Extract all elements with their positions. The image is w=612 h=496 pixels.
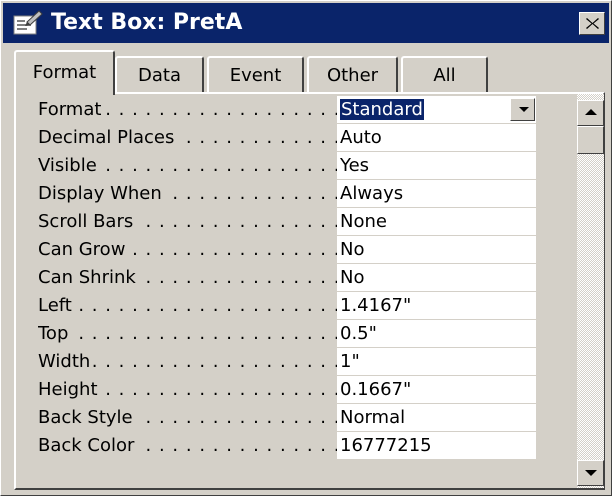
tab-other[interactable]: Other: [307, 56, 398, 92]
scroll-down-button[interactable]: [577, 460, 604, 486]
property-label: Display When: [38, 180, 343, 208]
property-value[interactable]: None: [337, 208, 537, 236]
tab-label: All: [433, 65, 456, 86]
property-row[interactable]: Can Grow No: [16, 236, 554, 264]
tab-event[interactable]: Event: [207, 56, 304, 92]
property-row[interactable]: Display When Always: [16, 180, 554, 208]
property-value[interactable]: Normal: [337, 404, 537, 432]
property-row[interactable]: Left 1.4167": [16, 292, 554, 320]
property-label: Back Style: [38, 404, 343, 432]
tab-format[interactable]: Format: [14, 50, 115, 95]
title-bar[interactable]: Text Box: PretA: [3, 3, 609, 43]
property-row[interactable]: Top 0.5": [16, 320, 554, 348]
scroll-up-button[interactable]: [577, 100, 604, 126]
tab-label: Event: [229, 65, 282, 86]
property-label: Can Grow: [38, 236, 343, 264]
property-row[interactable]: Decimal Places Auto: [16, 124, 554, 152]
property-value[interactable]: Yes: [337, 152, 537, 180]
property-row[interactable]: Back Color 16777215: [16, 432, 554, 460]
chevron-down-icon[interactable]: [510, 98, 535, 121]
property-label: Visible: [38, 152, 343, 180]
property-value[interactable]: No: [337, 264, 537, 292]
close-button[interactable]: [579, 12, 605, 35]
property-value[interactable]: Auto: [337, 124, 537, 152]
property-value[interactable]: 1.4167": [337, 292, 537, 320]
property-row[interactable]: Scroll Bars None: [16, 208, 554, 236]
tab-data[interactable]: Data: [115, 56, 204, 92]
property-row[interactable]: Height 0.1667": [16, 376, 554, 404]
tab-label: Format: [32, 62, 97, 83]
properties-icon: [13, 10, 43, 35]
property-label: Back Color: [38, 432, 343, 460]
property-value[interactable]: 0.1667": [337, 376, 537, 404]
property-value[interactable]: 1": [337, 348, 537, 376]
tab-label: Data: [138, 65, 181, 86]
property-label: Left: [38, 292, 343, 320]
property-label: Scroll Bars: [38, 208, 343, 236]
scroll-thumb[interactable]: [577, 126, 604, 154]
tab-label: Other: [326, 65, 379, 86]
property-row[interactable]: Back Style Normal: [16, 404, 554, 432]
property-row[interactable]: Visible Yes: [16, 152, 554, 180]
property-value[interactable]: 16777215: [337, 432, 537, 460]
property-label: Width: [38, 348, 343, 376]
property-value[interactable]: Always: [337, 180, 537, 208]
property-row[interactable]: Can Shrink No: [16, 264, 554, 292]
tab-page-format: Format Standard Decimal Places Auto Visi…: [14, 92, 605, 490]
tab-all[interactable]: All: [401, 56, 488, 92]
property-label: Decimal Places: [38, 124, 343, 152]
properties-window: Text Box: PretA Data Event Other All For…: [0, 0, 612, 496]
property-value[interactable]: No: [337, 236, 537, 264]
window-title: Text Box: PretA: [51, 10, 243, 35]
property-row[interactable]: Width 1": [16, 348, 554, 376]
close-icon: [586, 18, 599, 29]
property-value[interactable]: 0.5": [337, 320, 537, 348]
property-label: Can Shrink: [38, 264, 343, 292]
property-label: Height: [38, 376, 343, 404]
property-value-format[interactable]: Standard: [337, 96, 537, 124]
property-list: Format Standard Decimal Places Auto Visi…: [16, 94, 554, 488]
property-row-format[interactable]: Format Standard: [16, 96, 554, 124]
property-label: Format: [38, 96, 343, 124]
vertical-scrollbar[interactable]: [577, 94, 604, 488]
property-label: Top: [38, 320, 343, 348]
